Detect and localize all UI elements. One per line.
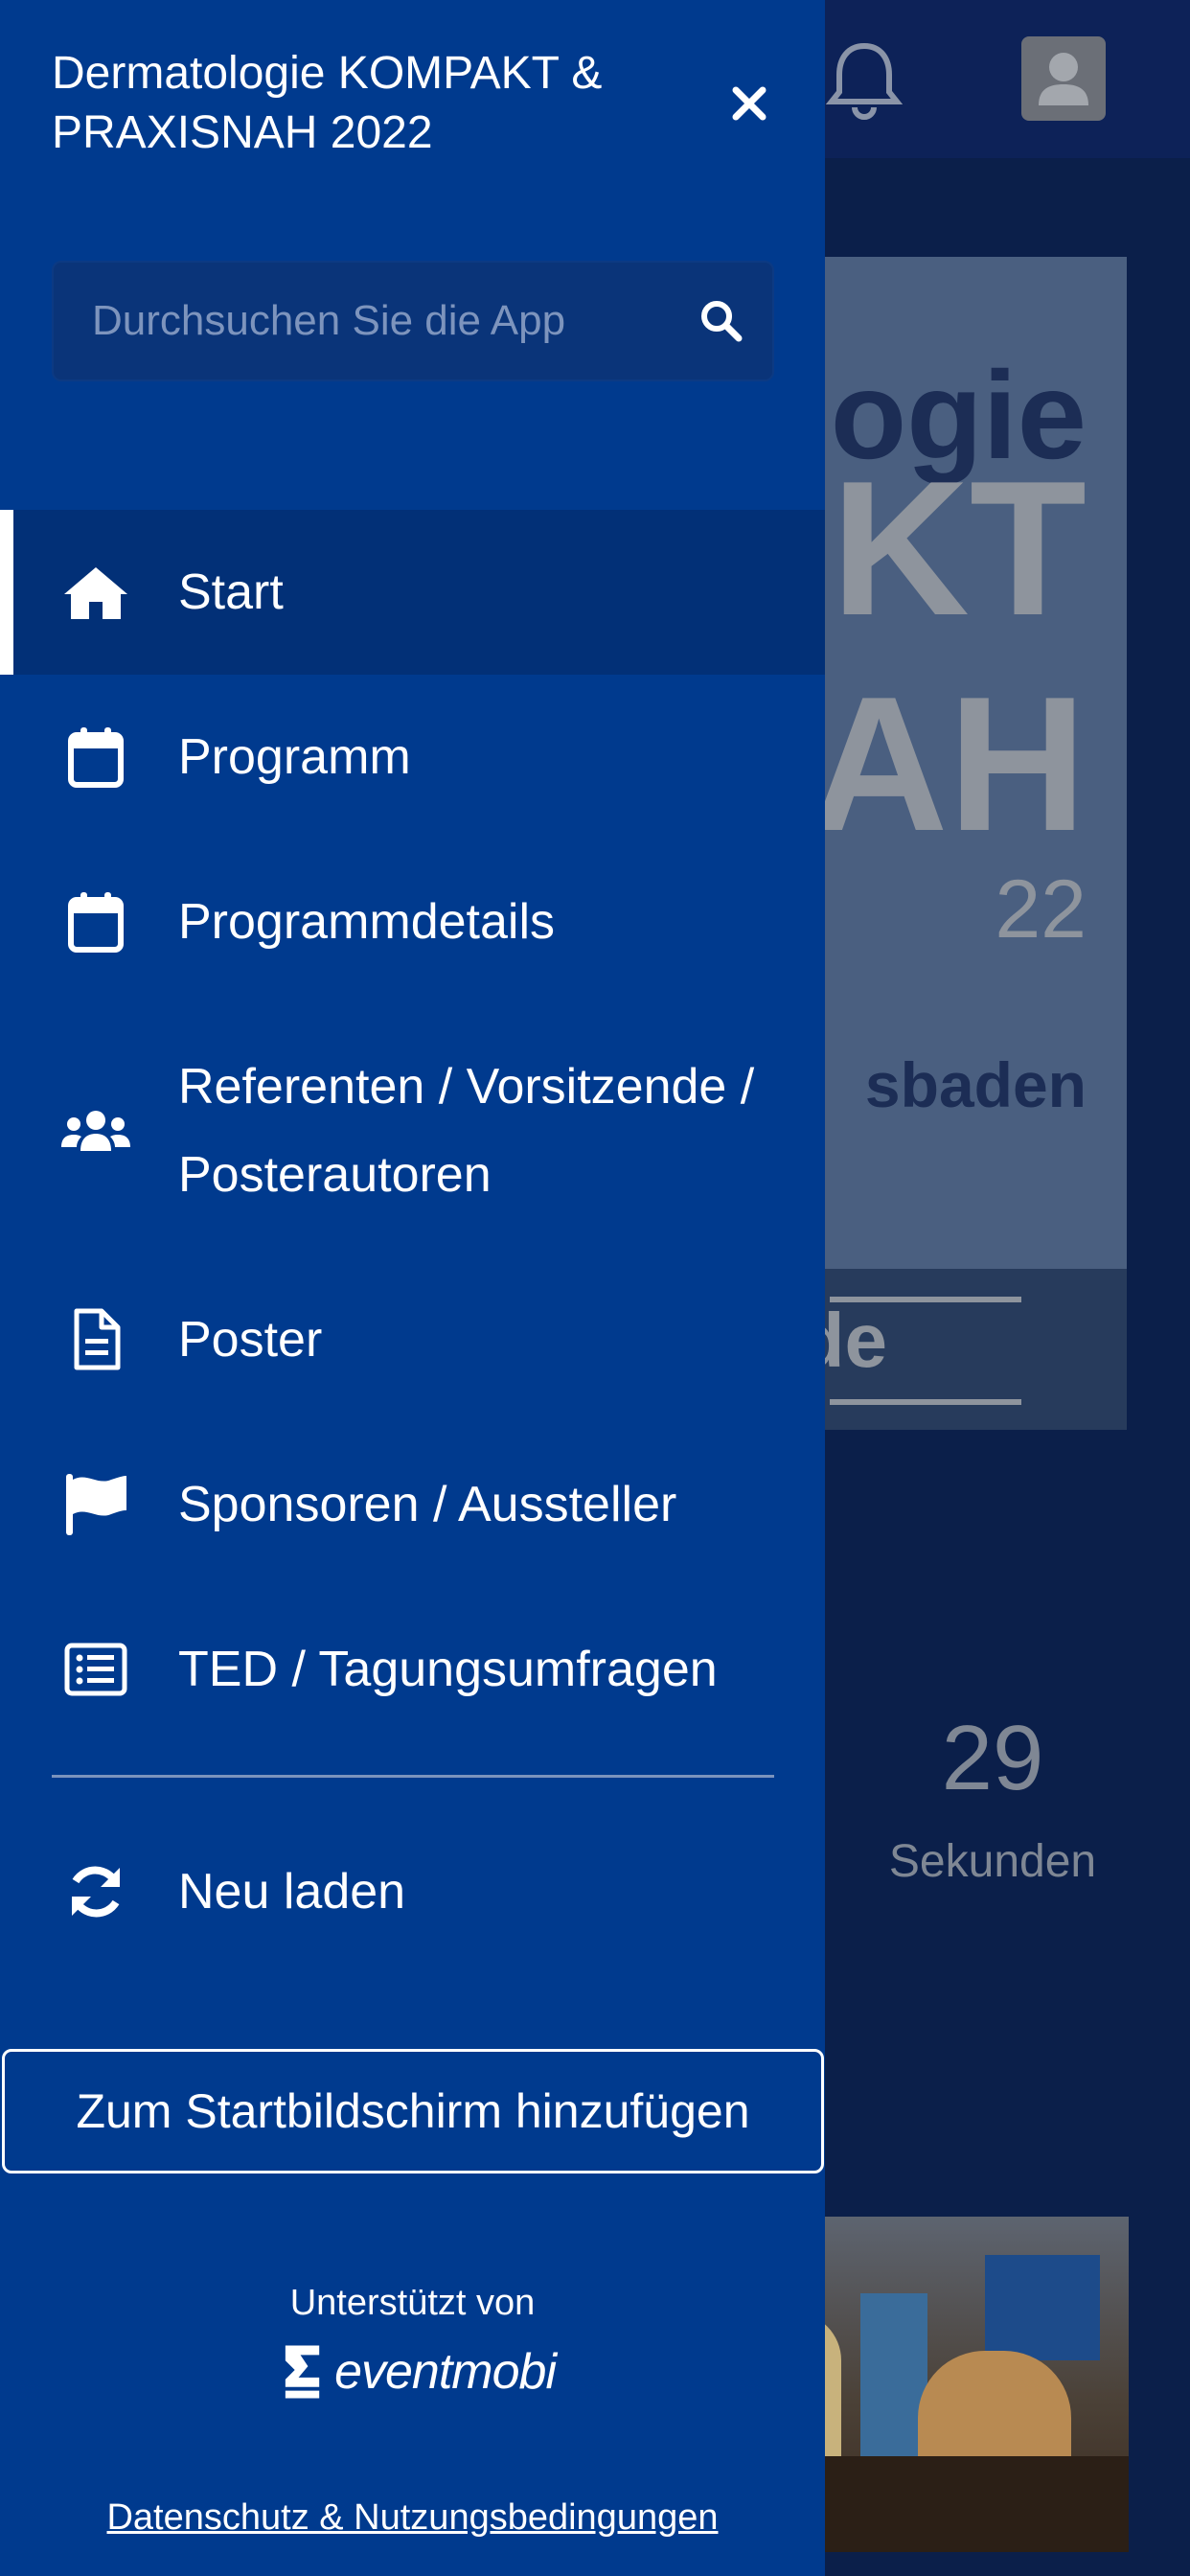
banner-text: 22 <box>995 863 1087 955</box>
close-drawer-button[interactable] <box>721 75 778 132</box>
photo-detail <box>985 2255 1100 2360</box>
eventmobi-logo-icon <box>285 2345 320 2399</box>
menu-item-reload[interactable]: Neu laden <box>0 1809 825 1974</box>
menu-item-label: Poster <box>178 1312 323 1368</box>
countdown-seconds-label: Sekunden <box>888 1836 1097 1887</box>
add-to-homescreen-button[interactable]: Zum Startbildschirm hinzufügen <box>2 2049 824 2174</box>
notification-bell-icon[interactable] <box>826 38 903 120</box>
close-icon <box>732 86 767 121</box>
menu-item-programmdetails[interactable]: Programmdetails <box>0 840 825 1004</box>
drawer-menu: Start Programm Programmdetails Referente… <box>0 510 825 1752</box>
powered-by-label: Unterstützt von <box>289 2283 536 2323</box>
user-icon <box>1039 53 1088 105</box>
banner-text: KT <box>831 442 1087 656</box>
menu-item-label: Sponsoren / Aussteller <box>178 1477 677 1532</box>
menu-item-label: Start <box>178 564 284 620</box>
navigation-drawer: Dermatologie KOMPAKT & PRAXISNAH 2022 St… <box>0 0 825 2576</box>
menu-item-programm[interactable]: Programm <box>0 675 825 840</box>
menu-divider <box>52 1775 774 1778</box>
eventmobi-logo[interactable]: eventmobi <box>278 2338 557 2405</box>
search-input[interactable] <box>92 263 667 380</box>
drawer-menu-secondary: Neu laden <box>0 1809 825 1974</box>
menu-item-label: Programm <box>178 729 411 785</box>
users-icon <box>57 1092 134 1169</box>
privacy-terms-link[interactable]: Datenschutz & Nutzungsbedingungen <box>0 2497 825 2539</box>
calendar-icon <box>57 884 134 960</box>
calendar-icon <box>57 719 134 795</box>
menu-item-label: Programmdetails <box>178 894 556 950</box>
menu-item-label: Referenten / Vorsitzende / Posterautoren <box>178 1059 755 1203</box>
menu-item-ted[interactable]: TED / Tagungsumfragen <box>0 1587 825 1752</box>
home-icon <box>57 554 134 631</box>
search-icon[interactable] <box>698 297 745 345</box>
banner-divider <box>830 1399 1021 1405</box>
menu-item-poster[interactable]: Poster <box>0 1257 825 1422</box>
menu-item-start[interactable]: Start <box>0 510 825 675</box>
menu-item-label: Neu laden <box>178 1864 406 1920</box>
banner-text: sbaden <box>864 1049 1087 1120</box>
user-avatar[interactable] <box>1021 36 1106 121</box>
menu-item-label: TED / Tagungsumfragen <box>178 1642 718 1697</box>
flag-icon <box>57 1466 134 1543</box>
countdown-seconds-value: 29 <box>941 1707 1044 1809</box>
document-icon <box>57 1301 134 1378</box>
refresh-icon <box>57 1853 134 1930</box>
list-icon <box>57 1631 134 1708</box>
menu-item-sponsoren[interactable]: Sponsoren / Aussteller <box>0 1422 825 1587</box>
eventmobi-wordmark: eventmobi <box>334 2344 557 2400</box>
drawer-title: Dermatologie KOMPAKT & PRAXISNAH 2022 <box>52 48 603 158</box>
search-box <box>52 261 774 381</box>
menu-item-referenten[interactable]: Referenten / Vorsitzende / Posterautoren <box>0 1004 825 1257</box>
